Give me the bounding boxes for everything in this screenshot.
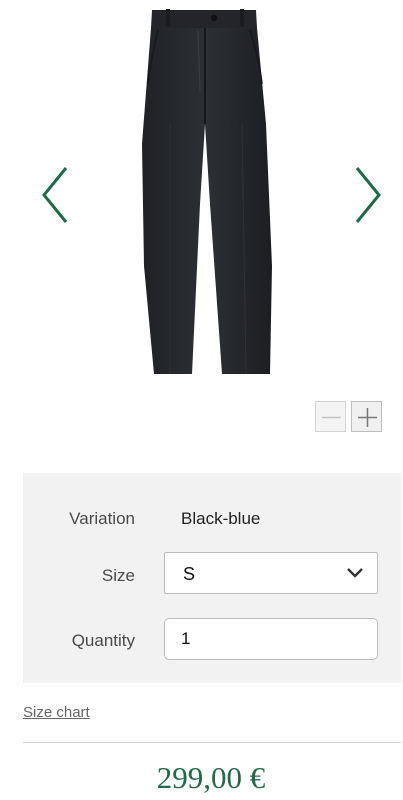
chevron-down-icon <box>347 568 363 578</box>
chevron-right-icon[interactable] <box>347 160 387 230</box>
product-image <box>142 9 272 375</box>
divider <box>23 742 401 743</box>
zoom-out-button[interactable] <box>315 401 346 432</box>
plus-icon <box>358 408 377 427</box>
minus-icon <box>322 416 341 419</box>
size-select[interactable]: S <box>164 552 378 594</box>
zoom-in-button[interactable] <box>351 401 382 432</box>
size-chart-link[interactable]: Size chart <box>23 704 90 721</box>
chevron-left-icon[interactable] <box>36 160 76 230</box>
variation-label: Variation <box>69 509 135 528</box>
product-gallery <box>0 0 403 390</box>
variation-value: Black-blue <box>181 509 261 528</box>
product-price: 299,00 € <box>156 760 266 795</box>
size-selected-value: S <box>183 564 196 584</box>
quantity-input[interactable] <box>164 618 378 660</box>
product-page: Variation Black-blue Size S Quantity Siz… <box>0 0 403 800</box>
quantity-label: Quantity <box>71 631 135 650</box>
size-label: Size <box>101 566 135 585</box>
product-options: Variation Black-blue Size S Quantity <box>23 473 401 683</box>
